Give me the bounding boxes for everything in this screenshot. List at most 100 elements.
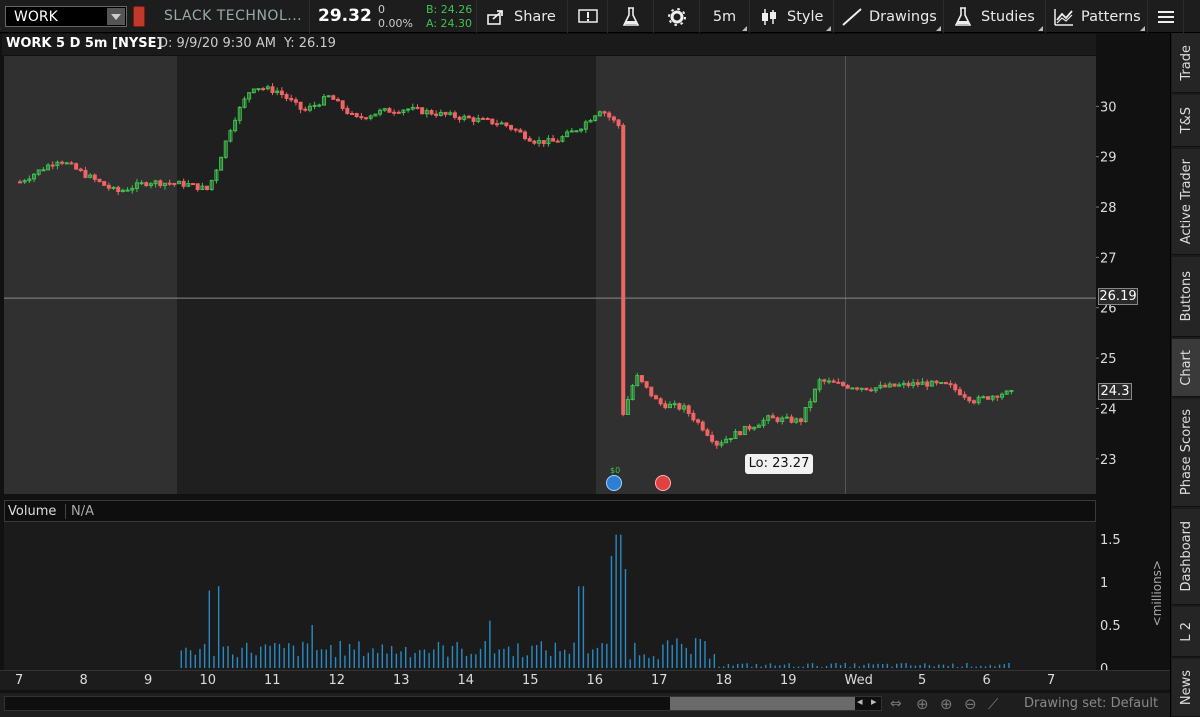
candle-down bbox=[354, 112, 359, 118]
candle-down bbox=[92, 174, 97, 180]
candle-down bbox=[532, 140, 537, 144]
candle-down bbox=[387, 108, 392, 113]
volume-tick-label: 1 bbox=[1100, 576, 1108, 591]
candle-down bbox=[995, 395, 1000, 398]
time-axis[interactable]: 7 8 9 10 11 12 13 14 15 16 17 18 19 Wed 5 6 7 bbox=[0, 670, 1170, 690]
candle-down bbox=[504, 122, 509, 127]
candle-down bbox=[102, 181, 107, 186]
volume-chart[interactable]: 0 0.5 1 1.5 bbox=[0, 522, 1170, 670]
candle-down bbox=[471, 117, 476, 122]
candle-up bbox=[326, 95, 331, 98]
symbol-link-icon[interactable] bbox=[133, 6, 145, 27]
tab-chart[interactable]: Chart bbox=[1172, 339, 1200, 397]
candle-down bbox=[798, 418, 803, 423]
chart-header: WORK 5 D 5m [NYSE] D: 9/9/20 9:30 AM Y: … bbox=[2, 34, 1096, 55]
price-chart[interactable]: 2324252627282930 bbox=[0, 34, 1170, 494]
candle-down bbox=[696, 419, 701, 423]
time-tick-label: 10 bbox=[199, 673, 217, 688]
candle-up bbox=[826, 380, 831, 383]
time-tick-label: 7 bbox=[1047, 673, 1056, 688]
candle-up bbox=[981, 396, 986, 399]
candle-down bbox=[490, 118, 495, 125]
candle-down bbox=[883, 384, 888, 388]
scrollbar-thumb[interactable] bbox=[670, 697, 855, 710]
ask-price: A: 24.30 bbox=[426, 17, 473, 30]
candle-down bbox=[60, 161, 65, 164]
time-tick-label: 17 bbox=[651, 673, 668, 688]
bid-price: B: 24.26 bbox=[426, 3, 473, 16]
candle-down bbox=[962, 394, 967, 398]
horizontal-scrollbar[interactable]: ◂ ▸ bbox=[4, 695, 882, 711]
time-tick-label: 19 bbox=[780, 673, 797, 688]
volume-label: Volume bbox=[8, 504, 57, 519]
studies-button[interactable]: Studies bbox=[944, 0, 1046, 33]
gear-icon bbox=[666, 6, 688, 28]
tab-dashboard[interactable]: Dashboard bbox=[1172, 509, 1200, 605]
candle-down bbox=[50, 164, 55, 167]
candle-down bbox=[770, 415, 775, 419]
candle-down bbox=[841, 382, 846, 386]
candle-down bbox=[915, 382, 920, 385]
patterns-button[interactable]: Patterns bbox=[1046, 0, 1148, 33]
candle-down bbox=[602, 111, 607, 114]
tab-trade[interactable]: Trade bbox=[1172, 33, 1200, 93]
volume-tick-label: 0 bbox=[1100, 662, 1108, 670]
crosshair-icon[interactable]: ⊕ bbox=[916, 695, 929, 713]
tab-buttons[interactable]: Buttons bbox=[1172, 257, 1200, 337]
volume-tick-label: 1.5 bbox=[1100, 533, 1121, 548]
time-tick-label: 6 bbox=[982, 673, 991, 688]
candle-up bbox=[850, 387, 855, 390]
price-tick-label: 30 bbox=[1100, 100, 1117, 115]
symbol-input[interactable]: WORK bbox=[5, 6, 127, 27]
candle-down bbox=[551, 138, 556, 142]
candle-down bbox=[611, 116, 616, 121]
company-name-box: SLACK TECHNOL... bbox=[150, 0, 310, 33]
settings-button[interactable] bbox=[654, 0, 700, 33]
candle-down bbox=[953, 384, 958, 391]
studies-flask-icon bbox=[952, 6, 974, 28]
conference-call-icon[interactable] bbox=[655, 475, 671, 491]
style-button[interactable]: Style bbox=[750, 0, 834, 33]
price-tick-label: 25 bbox=[1100, 352, 1117, 367]
candle-down bbox=[396, 111, 401, 114]
timeframe-button[interactable]: 5m bbox=[700, 0, 750, 33]
symbol-dropdown-icon[interactable] bbox=[107, 8, 125, 25]
candle-down bbox=[639, 375, 644, 383]
studies-label: Studies bbox=[981, 8, 1035, 25]
zoom-out-icon[interactable]: ⊖ bbox=[964, 695, 977, 713]
candle-down bbox=[691, 412, 696, 421]
bottom-bar: ◂ ▸ ⇔ ⊕ ⊕ ⊖ ⟋ Drawing set: Default bbox=[0, 693, 1200, 717]
alerts-button[interactable] bbox=[568, 0, 608, 33]
price-tick-label: 28 bbox=[1100, 201, 1117, 216]
scroll-right-icon[interactable]: ▸ bbox=[871, 695, 877, 708]
time-tick-label: 5 bbox=[918, 673, 927, 688]
chart-symbol-label[interactable]: WORK 5 D 5m [NYSE] bbox=[6, 36, 162, 51]
tab-phase-scores[interactable]: Phase Scores bbox=[1172, 399, 1200, 507]
tab-time-and-sales[interactable]: T&S bbox=[1172, 95, 1200, 147]
more-menu-button[interactable] bbox=[1148, 0, 1184, 33]
cursor-price-flag: 26.19 bbox=[1098, 288, 1138, 305]
tab-news[interactable]: News bbox=[1172, 659, 1200, 717]
share-button[interactable]: Share bbox=[476, 0, 568, 33]
candle-down bbox=[74, 163, 79, 170]
earnings-event-icon[interactable] bbox=[606, 475, 622, 491]
tab-level-2[interactable]: L 2 bbox=[1172, 607, 1200, 657]
candle-up bbox=[125, 189, 130, 192]
time-tick-label: 14 bbox=[457, 673, 475, 688]
flask-button[interactable] bbox=[608, 0, 654, 33]
candle-down bbox=[195, 183, 200, 191]
pan-icon[interactable]: ⇔ bbox=[890, 696, 902, 712]
drawings-button[interactable]: Drawings bbox=[834, 0, 944, 33]
time-tick-label: 15 bbox=[522, 673, 539, 688]
candle-down bbox=[181, 180, 186, 187]
drawing-set-label[interactable]: Drawing set: Default bbox=[1024, 696, 1158, 711]
scroll-left-icon[interactable]: ◂ bbox=[857, 695, 863, 708]
candle-down bbox=[279, 90, 284, 96]
tab-active-trader[interactable]: Active Trader bbox=[1172, 149, 1200, 255]
candle-down bbox=[513, 128, 518, 131]
candle-down bbox=[359, 116, 364, 119]
symbol-text: WORK bbox=[14, 9, 58, 25]
zoom-in-icon[interactable]: ⊕ bbox=[940, 695, 953, 713]
tab-label: Active Trader bbox=[1178, 158, 1194, 245]
drawing-tool-icon[interactable]: ⟋ bbox=[988, 695, 999, 713]
